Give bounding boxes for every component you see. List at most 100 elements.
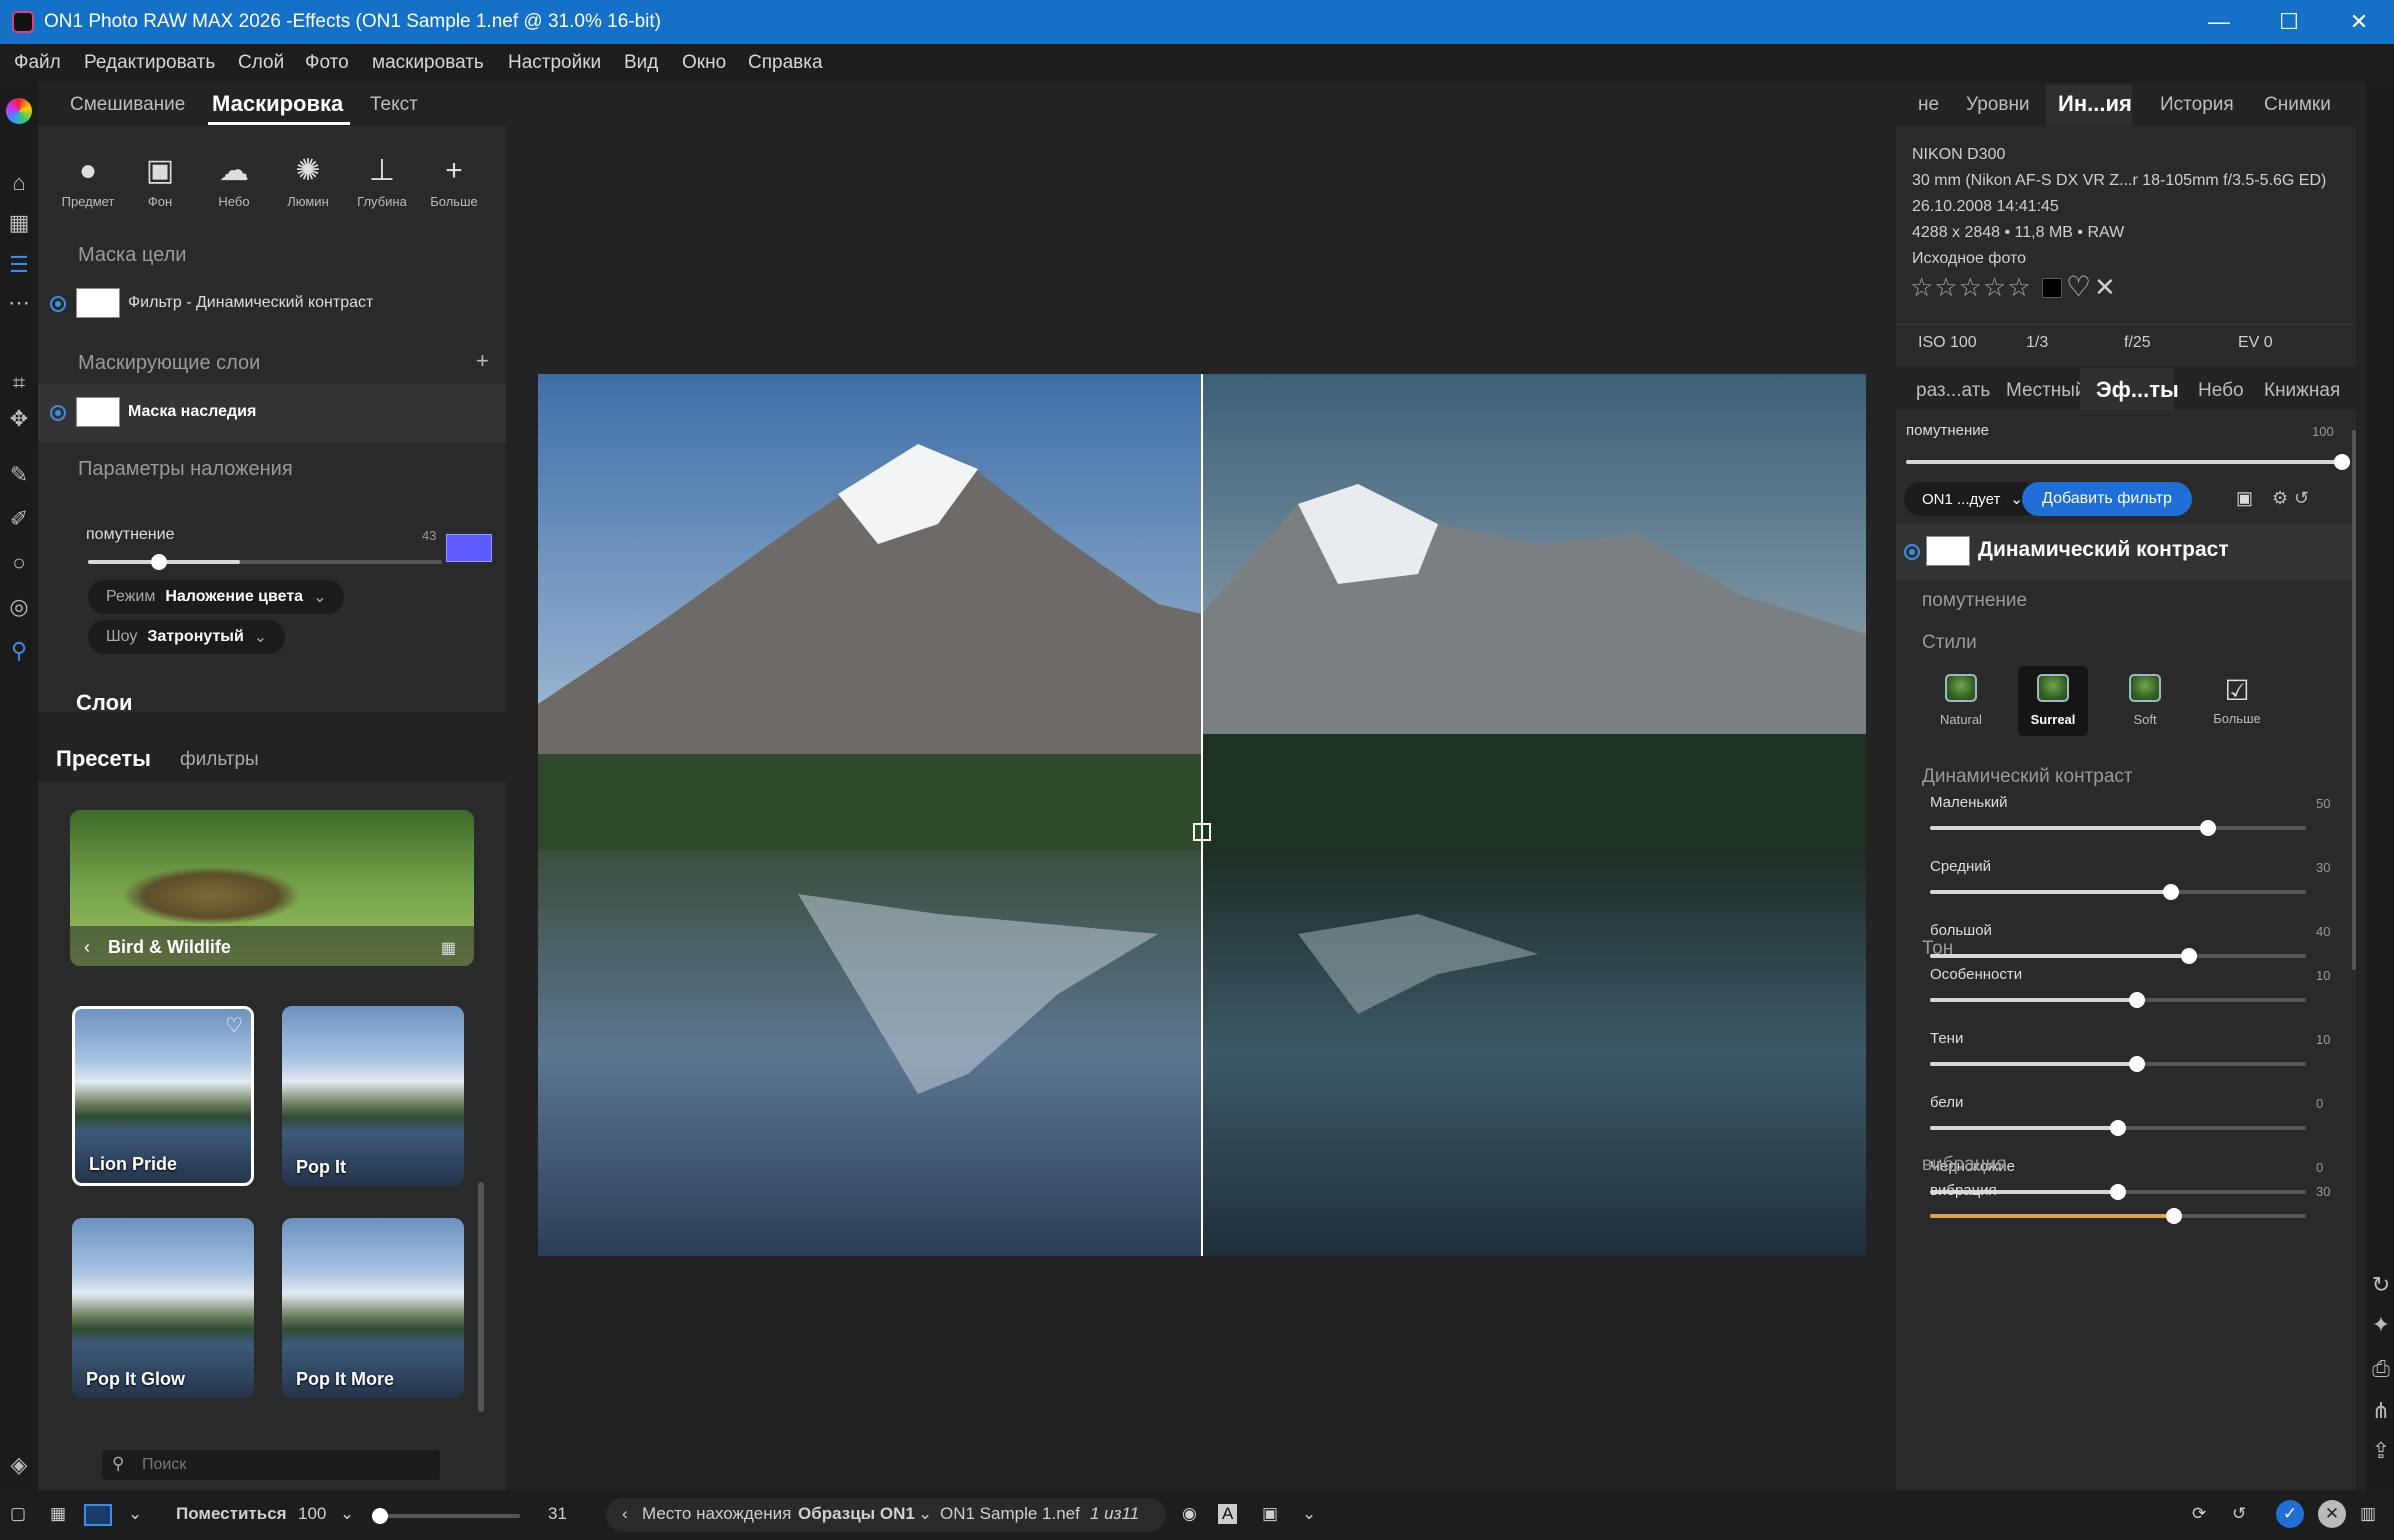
chevron-down-icon[interactable]: ⌄ <box>918 1504 932 1524</box>
dc-slider[interactable] <box>1930 820 2306 836</box>
close-button[interactable]: ✕ <box>2324 0 2394 44</box>
add-mask-layer-button[interactable]: + <box>476 348 489 374</box>
print-icon[interactable]: ⎙ <box>2368 1356 2394 1382</box>
tab-info[interactable]: Ин...ия <box>2058 91 2132 117</box>
single-view-icon[interactable]: ▢ <box>10 1504 26 1524</box>
adjust-icon[interactable]: ☰ <box>6 252 32 278</box>
layers-heading[interactable]: Слои <box>76 690 133 716</box>
fit-button[interactable]: Поместиться <box>176 1504 287 1524</box>
back-chevron-icon[interactable]: ‹ <box>84 937 90 958</box>
tab-filters[interactable]: фильтры <box>180 749 259 771</box>
tool-more[interactable]: + Больше <box>424 154 484 209</box>
add-filter-button[interactable]: Добавить фильтр <box>2022 482 2192 516</box>
grid-view-icon[interactable]: ▦ <box>50 1504 66 1524</box>
chevron-down-icon[interactable]: ⌄ <box>128 1504 142 1524</box>
menu-mask[interactable]: маскировать <box>372 52 484 74</box>
effects-scrollbar[interactable] <box>2352 430 2356 970</box>
presets-scrollbar[interactable] <box>478 1182 484 1412</box>
sync-icon[interactable]: ⟳ <box>2192 1504 2206 1524</box>
tone-slider[interactable] <box>1930 992 2306 1008</box>
menu-window[interactable]: Окно <box>682 52 726 74</box>
style-soft[interactable]: Soft <box>2110 666 2180 736</box>
heart-icon[interactable]: ♡ <box>225 1013 243 1038</box>
menu-view[interactable]: Вид <box>624 52 658 74</box>
tab-sky[interactable]: Небо <box>2198 380 2244 402</box>
more-dots-icon[interactable]: ⋯ <box>6 290 32 316</box>
text-overlay-icon[interactable]: A <box>1218 1504 1238 1524</box>
tab-portrait[interactable]: Книжная <box>2264 380 2340 402</box>
chevron-down-icon[interactable]: ⌄ <box>1302 1504 1316 1524</box>
grid-icon[interactable]: ▦ <box>6 210 32 236</box>
filter-enable-radio[interactable] <box>1904 544 1920 560</box>
heart-icon[interactable]: ♡ <box>2066 270 2091 303</box>
retouch-icon[interactable]: ○ <box>6 550 32 576</box>
filter-mask-thumb[interactable] <box>1926 536 1970 566</box>
mask-view-icon[interactable]: ▣ <box>1262 1504 1278 1524</box>
show-dropdown[interactable]: Шоу Затронутый ⌄ <box>88 620 286 654</box>
tab-snapshots[interactable]: Снимки <box>2264 94 2331 116</box>
tab-levels[interactable]: Уровни <box>1966 94 2030 116</box>
vibrance-slider[interactable] <box>1930 1208 2306 1224</box>
filter-row-label[interactable]: Фильтр - Динамический контраст <box>128 294 373 312</box>
star-rating[interactable]: ☆☆☆☆☆ <box>1910 272 2032 303</box>
tab-blending[interactable]: Смешивание <box>70 94 185 116</box>
menu-settings[interactable]: Настройки <box>508 52 601 74</box>
tool-sky[interactable]: ☁ Небо <box>204 154 264 209</box>
tab-local[interactable]: Местный <box>2006 380 2086 402</box>
mode-dropdown[interactable]: Режим Наложение цвета ⌄ <box>88 580 345 614</box>
filter-opacity-label[interactable]: помутнение <box>1922 590 2027 612</box>
tab-presets[interactable]: Пресеты <box>56 746 151 772</box>
preset-thumb[interactable]: Pop It <box>282 1006 464 1186</box>
menu-help[interactable]: Справка <box>748 52 823 74</box>
tab-effects[interactable]: Эф...ты <box>2096 377 2179 403</box>
on1-logo-icon[interactable] <box>6 98 32 124</box>
reset-icon[interactable]: ↺ <box>2294 488 2309 509</box>
tone-slider[interactable] <box>1930 1056 2306 1072</box>
location-folder[interactable]: Образцы ON1 <box>798 1504 915 1524</box>
zoom-value[interactable]: 100 <box>298 1504 326 1524</box>
reject-icon[interactable]: ✕ <box>2094 272 2116 303</box>
apply-check-icon[interactable]: ✓ <box>2276 1500 2304 1528</box>
style-natural[interactable]: Natural <box>1926 666 1996 736</box>
menu-photo[interactable]: Фото <box>305 52 349 74</box>
legacy-mask-radio[interactable] <box>50 405 66 421</box>
filter-mask-thumb[interactable] <box>76 288 120 318</box>
mask-search-icon[interactable]: ⚲ <box>6 638 32 664</box>
chevron-down-icon[interactable]: ⌄ <box>340 1504 354 1524</box>
tab-ne[interactable]: не <box>1918 94 1939 116</box>
undo-icon[interactable]: ↺ <box>2232 1504 2246 1524</box>
tool-background[interactable]: ▣ Фон <box>130 154 190 209</box>
image-canvas[interactable] <box>538 374 1866 1256</box>
style-more[interactable]: ☑ Больше <box>2202 666 2272 736</box>
share-icon[interactable]: ⋔ <box>2368 1398 2394 1424</box>
crop-icon[interactable]: ⌗ <box>6 370 32 396</box>
tab-history[interactable]: История <box>2160 94 2234 116</box>
home-icon[interactable]: ⌂ <box>6 170 32 196</box>
gear-icon[interactable]: ⚙ <box>2272 488 2288 509</box>
panel-toggle-icon[interactable]: ▥ <box>2360 1504 2376 1524</box>
search-input[interactable]: ⚲ Поиск <box>102 1450 440 1480</box>
legacy-mask-row[interactable]: Маска наследия <box>38 384 506 442</box>
tab-masking[interactable]: Маскировка <box>212 91 343 117</box>
menu-layer[interactable]: Слой <box>238 52 284 74</box>
category-card[interactable]: ‹ Bird & Wildlife ▦ <box>70 810 474 966</box>
overlay-opacity-slider[interactable] <box>88 554 442 570</box>
grid-view-icon[interactable]: ▦ <box>441 938 456 958</box>
dc-slider[interactable] <box>1930 884 2306 900</box>
menu-file[interactable]: Файл <box>14 52 61 74</box>
tool-depth[interactable]: ⊥ Глубина <box>352 154 412 209</box>
menu-edit[interactable]: Редактировать <box>84 52 215 74</box>
back-chevron-icon[interactable]: ‹ <box>622 1504 628 1524</box>
style-surreal[interactable]: Surreal <box>2018 666 2088 736</box>
effects-opacity-slider[interactable] <box>1906 454 2350 470</box>
dc-slider[interactable] <box>1930 948 2306 964</box>
thumbnail-size-slider[interactable] <box>372 1508 520 1524</box>
layers-toggle-icon[interactable]: ◈ <box>6 1452 32 1478</box>
paint-icon[interactable]: ✐ <box>6 506 32 532</box>
minimize-button[interactable]: — <box>2184 0 2254 44</box>
tab-text[interactable]: Текст <box>370 94 418 116</box>
preset-dropdown[interactable]: ON1 ...дует ⌄ <box>1904 482 2041 516</box>
brush-icon[interactable]: ✎ <box>6 462 32 488</box>
cancel-x-icon[interactable]: ✕ <box>2318 1500 2346 1528</box>
tool-subject[interactable]: ● Предмет <box>58 154 118 209</box>
